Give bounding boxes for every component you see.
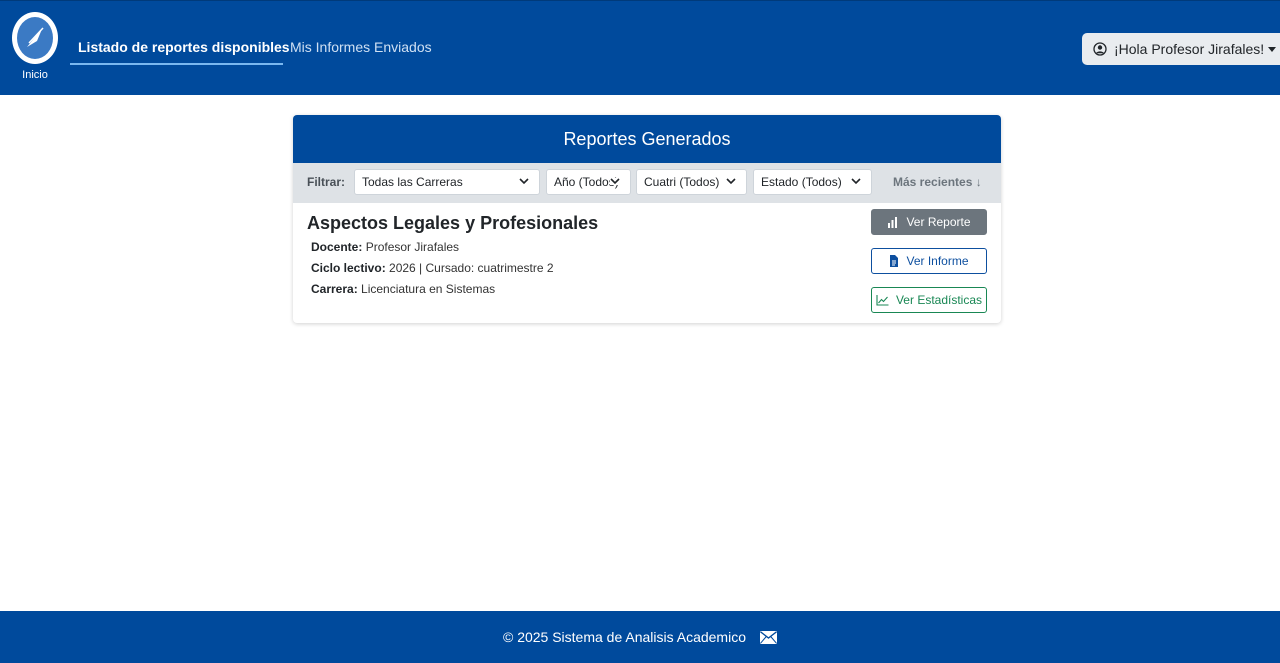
footer: © 2025 Sistema de Analisis Academico (0, 611, 1280, 663)
chevron-down-icon (726, 178, 736, 185)
anio-select[interactable]: Año (Todos) (546, 169, 631, 195)
user-circle-icon (1093, 42, 1107, 56)
filter-bar: Filtrar: Todas las Carreras Año (Todos) … (293, 163, 1001, 203)
carrera-select[interactable]: Todas las Carreras (354, 169, 540, 195)
ver-estadisticas-label: Ver Estadísticas (895, 293, 983, 307)
carrera-label: Carrera: (311, 282, 358, 296)
report-title: Aspectos Legales y Profesionales (307, 213, 599, 233)
document-icon (890, 255, 899, 267)
report-ciclo: Ciclo lectivo: 2026 | Cursado: cuatrimes… (311, 261, 554, 275)
report-item: Aspectos Legales y Profesionales Docente… (293, 203, 1001, 323)
sort-toggle-button[interactable]: Más recientes ↓ (893, 175, 982, 189)
chevron-down-icon (610, 178, 620, 185)
bar-chart-icon (888, 216, 898, 228)
user-menu-label: ¡Hola Profesor Jirafales! (1114, 41, 1265, 57)
docente-label: Docente: (311, 240, 363, 254)
docente-value: Profesor Jirafales (365, 240, 460, 254)
ciclo-label: Ciclo lectivo: (311, 261, 386, 275)
home-label: Inicio (22, 69, 48, 81)
caret-down-icon (1268, 46, 1277, 52)
user-menu-button[interactable]: ¡Hola Profesor Jirafales! (1082, 33, 1280, 65)
report-docente: Docente: Profesor Jirafales (311, 240, 459, 254)
anio-select-value: Año (Todos) (554, 175, 619, 189)
report-carrera: Carrera: Licenciatura en Sistemas (311, 282, 495, 296)
active-nav-indicator (70, 63, 283, 65)
nav-link-mis-informes[interactable]: Mis Informes Enviados (290, 39, 432, 55)
logo-icon (12, 12, 58, 64)
cuatri-select-value: Cuatri (Todos) (644, 175, 720, 189)
ver-reporte-label: Ver Reporte (906, 215, 971, 229)
reports-card: Reportes Generados Filtrar: Todas las Ca… (293, 115, 1001, 323)
estado-select-value: Estado (Todos) (761, 175, 842, 189)
footer-copyright: © 2025 Sistema de Analisis Academico (502, 629, 746, 645)
home-logo-link[interactable]: Inicio (12, 12, 58, 84)
envelope-icon[interactable] (760, 630, 777, 644)
card-title: Reportes Generados (293, 115, 1001, 163)
line-chart-icon (876, 294, 889, 306)
carrera-value: Licenciatura en Sistemas (361, 282, 496, 296)
ver-informe-button[interactable]: Ver Informe (871, 248, 987, 274)
ciclo-value: 2026 | Cursado: cuatrimestre 2 (389, 261, 554, 275)
carrera-select-value: Todas las Carreras (362, 175, 463, 189)
top-navbar: Inicio Listado de reportes disponibles M… (0, 0, 1280, 95)
chevron-down-icon (851, 178, 861, 185)
cuatri-select[interactable]: Cuatri (Todos) (636, 169, 747, 195)
nav-link-reportes-disponibles[interactable]: Listado de reportes disponibles (78, 39, 290, 55)
ver-informe-label: Ver Informe (906, 254, 969, 268)
estado-select[interactable]: Estado (Todos) (753, 169, 872, 195)
chevron-down-icon (519, 178, 529, 185)
ver-reporte-button[interactable]: Ver Reporte (871, 209, 987, 235)
filter-label: Filtrar: (307, 175, 346, 189)
ver-estadisticas-button[interactable]: Ver Estadísticas (871, 287, 987, 313)
